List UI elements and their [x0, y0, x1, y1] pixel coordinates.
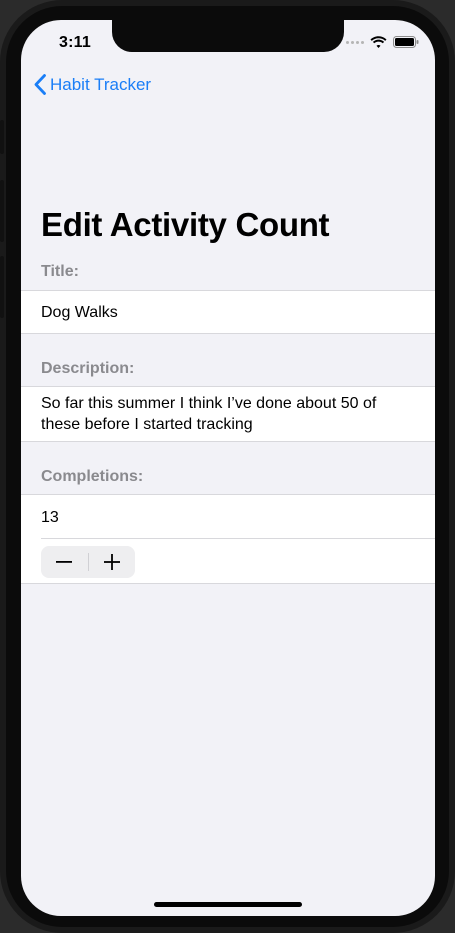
chevron-left-icon [34, 74, 46, 95]
title-section-label: Title: [41, 263, 79, 280]
screen: 3:11 Habit Tracker Edit Activity Count T… [21, 20, 435, 916]
home-indicator[interactable] [154, 902, 302, 907]
description-field-value: So far this summer I think I’ve done abo… [41, 395, 377, 433]
back-button-label: Habit Tracker [50, 74, 152, 94]
page-title: Edit Activity Count [41, 206, 330, 243]
status-indicators [346, 36, 419, 48]
status-time: 3:11 [59, 34, 91, 51]
cellular-signal-icon [346, 40, 364, 44]
back-button[interactable]: Habit Tracker [34, 74, 151, 95]
title-field-value: Dog Walks [41, 304, 118, 321]
volume-up-button [0, 180, 4, 242]
minus-icon [56, 561, 73, 563]
increment-button[interactable] [88, 546, 135, 578]
description-field[interactable]: So far this summer I think I’ve done abo… [21, 386, 435, 442]
completions-group: 13 [21, 494, 435, 584]
title-field[interactable]: Dog Walks [21, 290, 435, 334]
plus-icon [103, 554, 120, 570]
completions-section-label: Completions: [41, 468, 144, 485]
volume-down-button [0, 256, 4, 318]
battery-icon [393, 36, 419, 48]
mute-switch [0, 120, 4, 154]
description-section-label: Description: [41, 360, 135, 377]
wifi-icon [370, 36, 387, 48]
completions-stepper[interactable] [41, 546, 135, 578]
notch [112, 20, 344, 52]
decrement-button[interactable] [41, 546, 88, 578]
completions-value: 13 [41, 509, 59, 526]
row-divider [41, 538, 435, 539]
